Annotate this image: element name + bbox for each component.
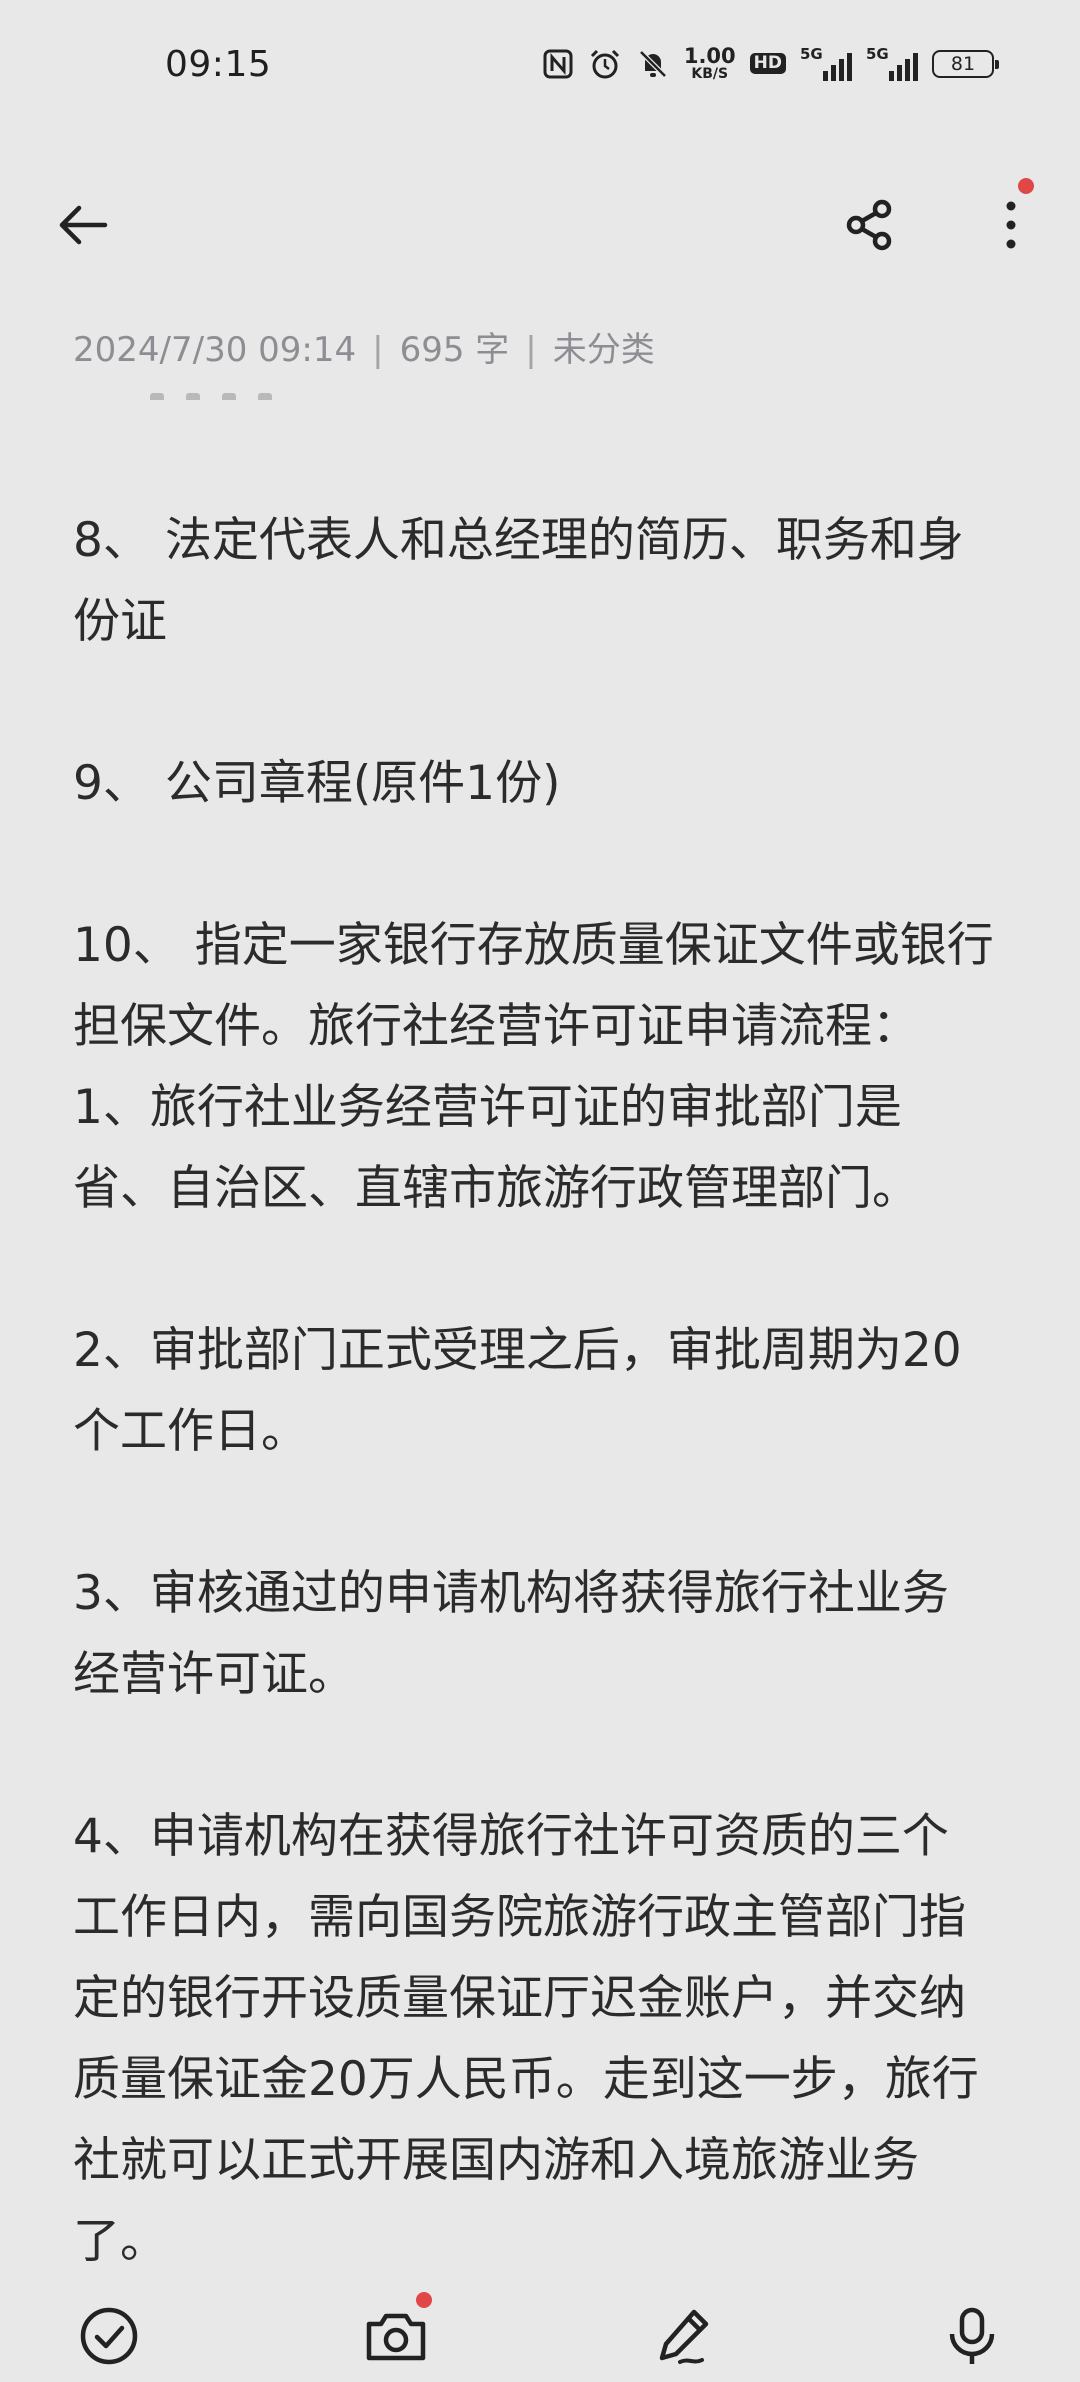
mute-bell-icon: [636, 47, 670, 81]
signal-5g-icon: 5G: [800, 45, 852, 81]
note-line: 定的银行开设质量保证厅迟金账户，并交纳: [73, 1971, 966, 2026]
status-bar: 09:15 1.00 KB/S HD 5G 5G 81: [0, 0, 1080, 140]
note-line: 10、 指定一家银行存放质量保证文件或银行: [73, 918, 994, 973]
checklist-button[interactable]: [63, 2290, 155, 2382]
more-notification-dot: [1018, 178, 1034, 194]
note-meta: 2024/7/30 09:14 | 695 字 | 未分类: [73, 322, 655, 371]
handwriting-button[interactable]: [640, 2290, 732, 2382]
share-button[interactable]: [825, 180, 915, 270]
back-button[interactable]: [38, 180, 128, 270]
status-icons: 1.00 KB/S HD 5G 5G 81: [542, 44, 999, 82]
more-vertical-icon: [1006, 201, 1016, 249]
camera-button[interactable]: [350, 2290, 442, 2382]
scrolled-text-remnant: [150, 388, 350, 400]
network-speed-value: 1.00: [683, 44, 736, 68]
note-line: 4、申请机构在获得旅行社许可资质的三个: [73, 1809, 949, 1864]
note-line: 1、旅行社业务经营许可证的审批部门是: [73, 1080, 902, 1135]
camera-icon: [366, 2313, 426, 2361]
microphone-icon: [949, 2307, 995, 2364]
note-toolbar: [0, 170, 1080, 280]
alarm-icon: [588, 47, 622, 81]
note-line: 经营许可证。: [73, 1647, 355, 1702]
network-speed-unit: KB/S: [691, 66, 729, 82]
voice-input-button[interactable]: [926, 2290, 1018, 2382]
nfc-icon: [542, 48, 574, 80]
note-line: 个工作日。: [73, 1404, 308, 1459]
note-category[interactable]: 未分类: [553, 330, 655, 370]
meta-separator: |: [372, 330, 384, 370]
note-datetime: 2024/7/30 09:14: [73, 330, 357, 370]
note-line: 3、审核通过的申请机构将获得旅行社业务: [73, 1566, 949, 1621]
note-line: 8、 法定代表人和总经理的简历、职务和身: [73, 513, 964, 568]
note-detail-screen: 09:15 1.00 KB/S HD 5G 5G 81 2024/7/30 09…: [0, 0, 1080, 2382]
note-line: 9、 公司章程(原件1份): [73, 756, 561, 811]
more-options-button[interactable]: [952, 178, 1042, 270]
back-arrow-icon: [59, 205, 108, 245]
camera-notification-dot: [416, 2292, 432, 2308]
share-icon: [846, 199, 892, 251]
note-line: 工作日内，需向国务院旅游行政主管部门指: [73, 1890, 966, 1945]
checklist-icon: [80, 2307, 138, 2365]
hd-voice-badge: HD: [749, 53, 786, 74]
note-line: 2、审批部门正式受理之后，审批周期为20: [73, 1323, 962, 1378]
note-body[interactable]: 8、 法定代表人和总经理的简历、职务和身 份证 9、 公司章程(原件1份) 10…: [73, 500, 1013, 2282]
status-time: 09:15: [165, 44, 272, 85]
handwriting-pen-icon: [659, 2309, 709, 2364]
note-line: 担保文件。旅行社经营许可证申请流程：: [73, 999, 919, 1054]
note-line: 省、自治区、直辖市旅游行政管理部门。: [73, 1161, 919, 1216]
note-line: 质量保证金20万人民币。走到这一步，旅行: [73, 2052, 979, 2107]
note-word-count: 695 字: [399, 330, 510, 370]
bottom-toolbar: [0, 2290, 1080, 2382]
note-line: 份证: [73, 594, 167, 649]
note-line: 了。: [73, 2214, 167, 2269]
network-speed: 1.00 KB/S: [683, 44, 736, 82]
meta-separator: |: [525, 330, 537, 370]
signal-5g-icon-2: 5G: [866, 45, 918, 81]
battery-indicator: 81: [932, 49, 999, 78]
note-line: 社就可以正式开展国内游和入境旅游业务: [73, 2133, 919, 2188]
